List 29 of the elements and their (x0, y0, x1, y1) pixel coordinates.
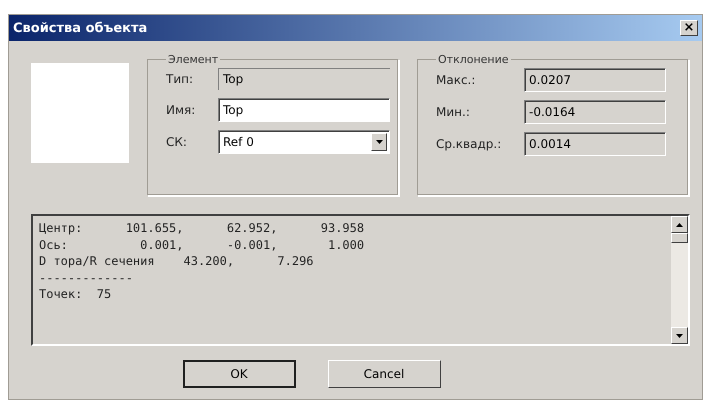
scroll-thumb[interactable] (671, 233, 688, 243)
window-title: Свойства объекта (13, 20, 148, 36)
field-label: Тип: (166, 72, 194, 86)
report-line: D тора/R сечения 43.200, 7.296 (39, 253, 315, 270)
field-label: Имя: (166, 103, 196, 117)
scroll-down-icon[interactable] (376, 140, 382, 144)
type-field: Top (218, 68, 390, 90)
scroll-down-icon[interactable] (676, 334, 683, 338)
report-line: Центр: 101.655, 62.952, 93.958 (39, 220, 366, 236)
cancel-button[interactable]: Cancel (328, 360, 440, 388)
field-label: Мин.: (436, 105, 471, 119)
ok-button[interactable]: OK (182, 360, 296, 388)
field-label: СК: (166, 135, 188, 149)
value-field: -0.0164 (524, 100, 666, 124)
report-line: ------------- (39, 270, 134, 286)
report-line: Ось: 0.001, -0.001, 1.000 (39, 236, 366, 253)
name-field[interactable]: Top (218, 98, 390, 122)
report-text-area[interactable]: Центр: 101.655, 62.952, 93.958 Ось: 0.001, -0.001, 1.000 D тора/R сечения 43.200, 7.296 ------------- Точек: 75 (31, 214, 690, 346)
field-label: Ср.квадр.: (436, 137, 502, 151)
scrollbar[interactable] (671, 216, 688, 344)
value-field: 0.0207 (524, 68, 666, 92)
scroll-up-icon[interactable] (676, 222, 683, 226)
coordinate-system-dropdown[interactable]: Ref 0 (218, 130, 390, 154)
group-legend: Элемент (166, 53, 220, 66)
field-label: Макс.: (436, 73, 476, 87)
close-button[interactable]: × (680, 20, 698, 36)
report-line: Точек: 75 (39, 286, 112, 302)
value-field: 0.0014 (524, 132, 666, 156)
group-legend: Отклонение (436, 53, 511, 66)
